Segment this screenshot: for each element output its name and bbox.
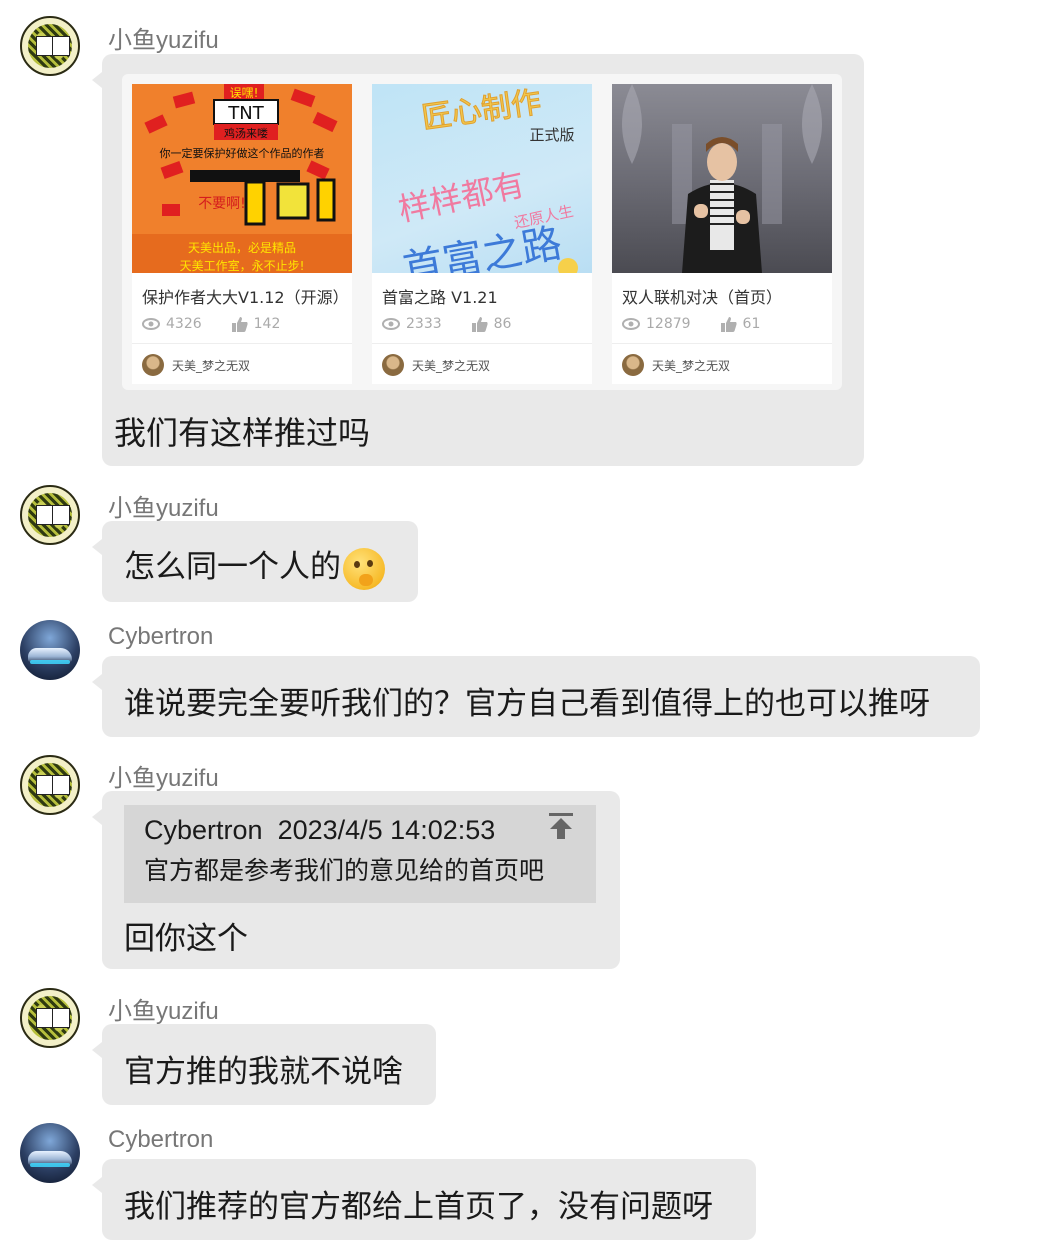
work-card[interactable]: 误嘿! TNT 鸡汤来喽 你一定要保护好做这个作品的作者 不要啊! 天美出品，必… (132, 84, 352, 384)
message-text: 官方推的我就不说啥 (124, 1054, 403, 1090)
avatar[interactable] (20, 620, 80, 680)
sender-name: Cybertron (108, 1126, 214, 1153)
work-card[interactable]: 匠心制作 正式版 样样都有 还原人生 首富之路 首富之路 V1.21 2333 … (372, 84, 592, 384)
like-count: 86 (493, 316, 512, 332)
divider (612, 343, 832, 344)
author-name: 天美_梦之无双 (412, 358, 491, 373)
work-thumbnail (612, 84, 832, 273)
shared-works-panel: 误嘿! TNT 鸡汤来喽 你一定要保护好做这个作品的作者 不要啊! 天美出品，必… (122, 74, 842, 390)
work-stats: 12879 61 (622, 316, 760, 332)
eye-icon (382, 318, 400, 330)
message-bubble: 谁说要完全要听我们的？官方自己看到值得上的也可以推呀 (92, 656, 980, 737)
avatar[interactable] (20, 755, 80, 815)
author-avatar (382, 354, 404, 376)
thumbs-up-icon (471, 316, 488, 332)
view-count: 12879 (646, 316, 691, 332)
sender-name: Cybertron (108, 623, 214, 650)
work-title[interactable]: 首富之路 V1.21 (382, 284, 498, 308)
thumb-text: 天美出品，必是精品 (188, 241, 296, 255)
work-author[interactable]: 天美_梦之无双 (622, 354, 730, 376)
quote-text: 官方都是参考我们的意见给的首页吧 (144, 856, 545, 885)
avatar[interactable] (20, 988, 80, 1048)
message-bubble: 误嘿! TNT 鸡汤来喽 你一定要保护好做这个作品的作者 不要啊! 天美出品，必… (92, 54, 864, 466)
message-text: 回你这个 (124, 921, 248, 957)
message-bubble: 我们推荐的官方都给上首页了，没有问题呀 (92, 1159, 756, 1240)
sender-name: 小鱼yuzifu (108, 495, 219, 522)
message-text: 谁说要完全要听我们的？官方自己看到值得上的也可以推呀 (124, 686, 930, 722)
message-bubble: Cybertron 2023/4/5 14:02:53 官方都是参考我们的意见给… (92, 791, 620, 969)
quote-author: Cybertron (144, 815, 263, 845)
thumb-text: 你一定要保护好做这个作品的作者 (160, 146, 325, 160)
work-card[interactable]: 双人联机对决（首页） 12879 61 天美_梦之无双 (612, 84, 832, 384)
work-author[interactable]: 天美_梦之无双 (142, 354, 250, 376)
divider (132, 343, 352, 344)
thumb-text: 天美工作室，永不止步! (180, 258, 305, 273)
avatar[interactable] (20, 485, 80, 545)
sender-name: 小鱼yuzifu (108, 27, 219, 54)
work-title[interactable]: 双人联机对决（首页） (622, 284, 782, 308)
thumb-text: TNT (227, 103, 264, 124)
author-name: 天美_梦之无双 (172, 358, 251, 373)
work-thumbnail: 误嘿! TNT 鸡汤来喽 你一定要保护好做这个作品的作者 不要啊! 天美出品，必… (132, 84, 352, 273)
thumbs-up-icon (720, 316, 737, 332)
quote-header: Cybertron 2023/4/5 14:02:53 (144, 815, 495, 846)
eye-icon (142, 318, 160, 330)
author-name: 天美_梦之无双 (652, 358, 731, 373)
work-thumbnail: 匠心制作 正式版 样样都有 还原人生 首富之路 (372, 84, 592, 273)
avatar[interactable] (20, 16, 80, 76)
work-stats: 4326 142 (142, 316, 280, 332)
sender-name: 小鱼yuzifu (108, 998, 219, 1025)
message-bubble: 怎么同一个人的 (92, 521, 418, 602)
thumb-text: 首富之路 (400, 220, 566, 273)
thumb-text: 鸡汤来喽 (224, 126, 268, 140)
thumbs-up-icon (231, 316, 248, 332)
thumb-text: 正式版 (529, 126, 574, 144)
message-text: 我们有这样推过吗 (114, 414, 371, 452)
like-count: 142 (253, 316, 281, 332)
divider (372, 343, 592, 344)
sender-name: 小鱼yuzifu (108, 765, 219, 792)
quote-time: 2023/4/5 14:02:53 (277, 815, 496, 845)
thumb-text: 不要啊! (198, 196, 246, 212)
view-count: 2333 (406, 316, 442, 332)
avatar[interactable] (20, 1123, 80, 1183)
work-title[interactable]: 保护作者大大V1.12（开源） (142, 284, 349, 308)
work-author[interactable]: 天美_梦之无双 (382, 354, 490, 376)
quoted-message[interactable]: Cybertron 2023/4/5 14:02:53 官方都是参考我们的意见给… (124, 805, 596, 903)
thinking-face-emoji (343, 547, 385, 590)
arrow-to-top-icon[interactable] (546, 811, 576, 841)
message-bubble: 官方推的我就不说啥 (92, 1024, 436, 1105)
author-avatar (142, 354, 164, 376)
view-count: 4326 (166, 316, 202, 332)
message-line: 怎么同一个人的 (124, 541, 385, 590)
thumb-text: 样样都有 (395, 165, 528, 229)
like-count: 61 (742, 316, 761, 332)
thumb-text: 误嘿! (230, 86, 259, 100)
eye-icon (622, 318, 640, 330)
author-avatar (622, 354, 644, 376)
message-text: 我们推荐的官方都给上首页了，没有问题呀 (124, 1189, 713, 1225)
work-stats: 2333 86 (382, 316, 511, 332)
thumb-text: 匠心制作 (420, 85, 544, 136)
message-text: 怎么同一个人的 (124, 549, 341, 585)
